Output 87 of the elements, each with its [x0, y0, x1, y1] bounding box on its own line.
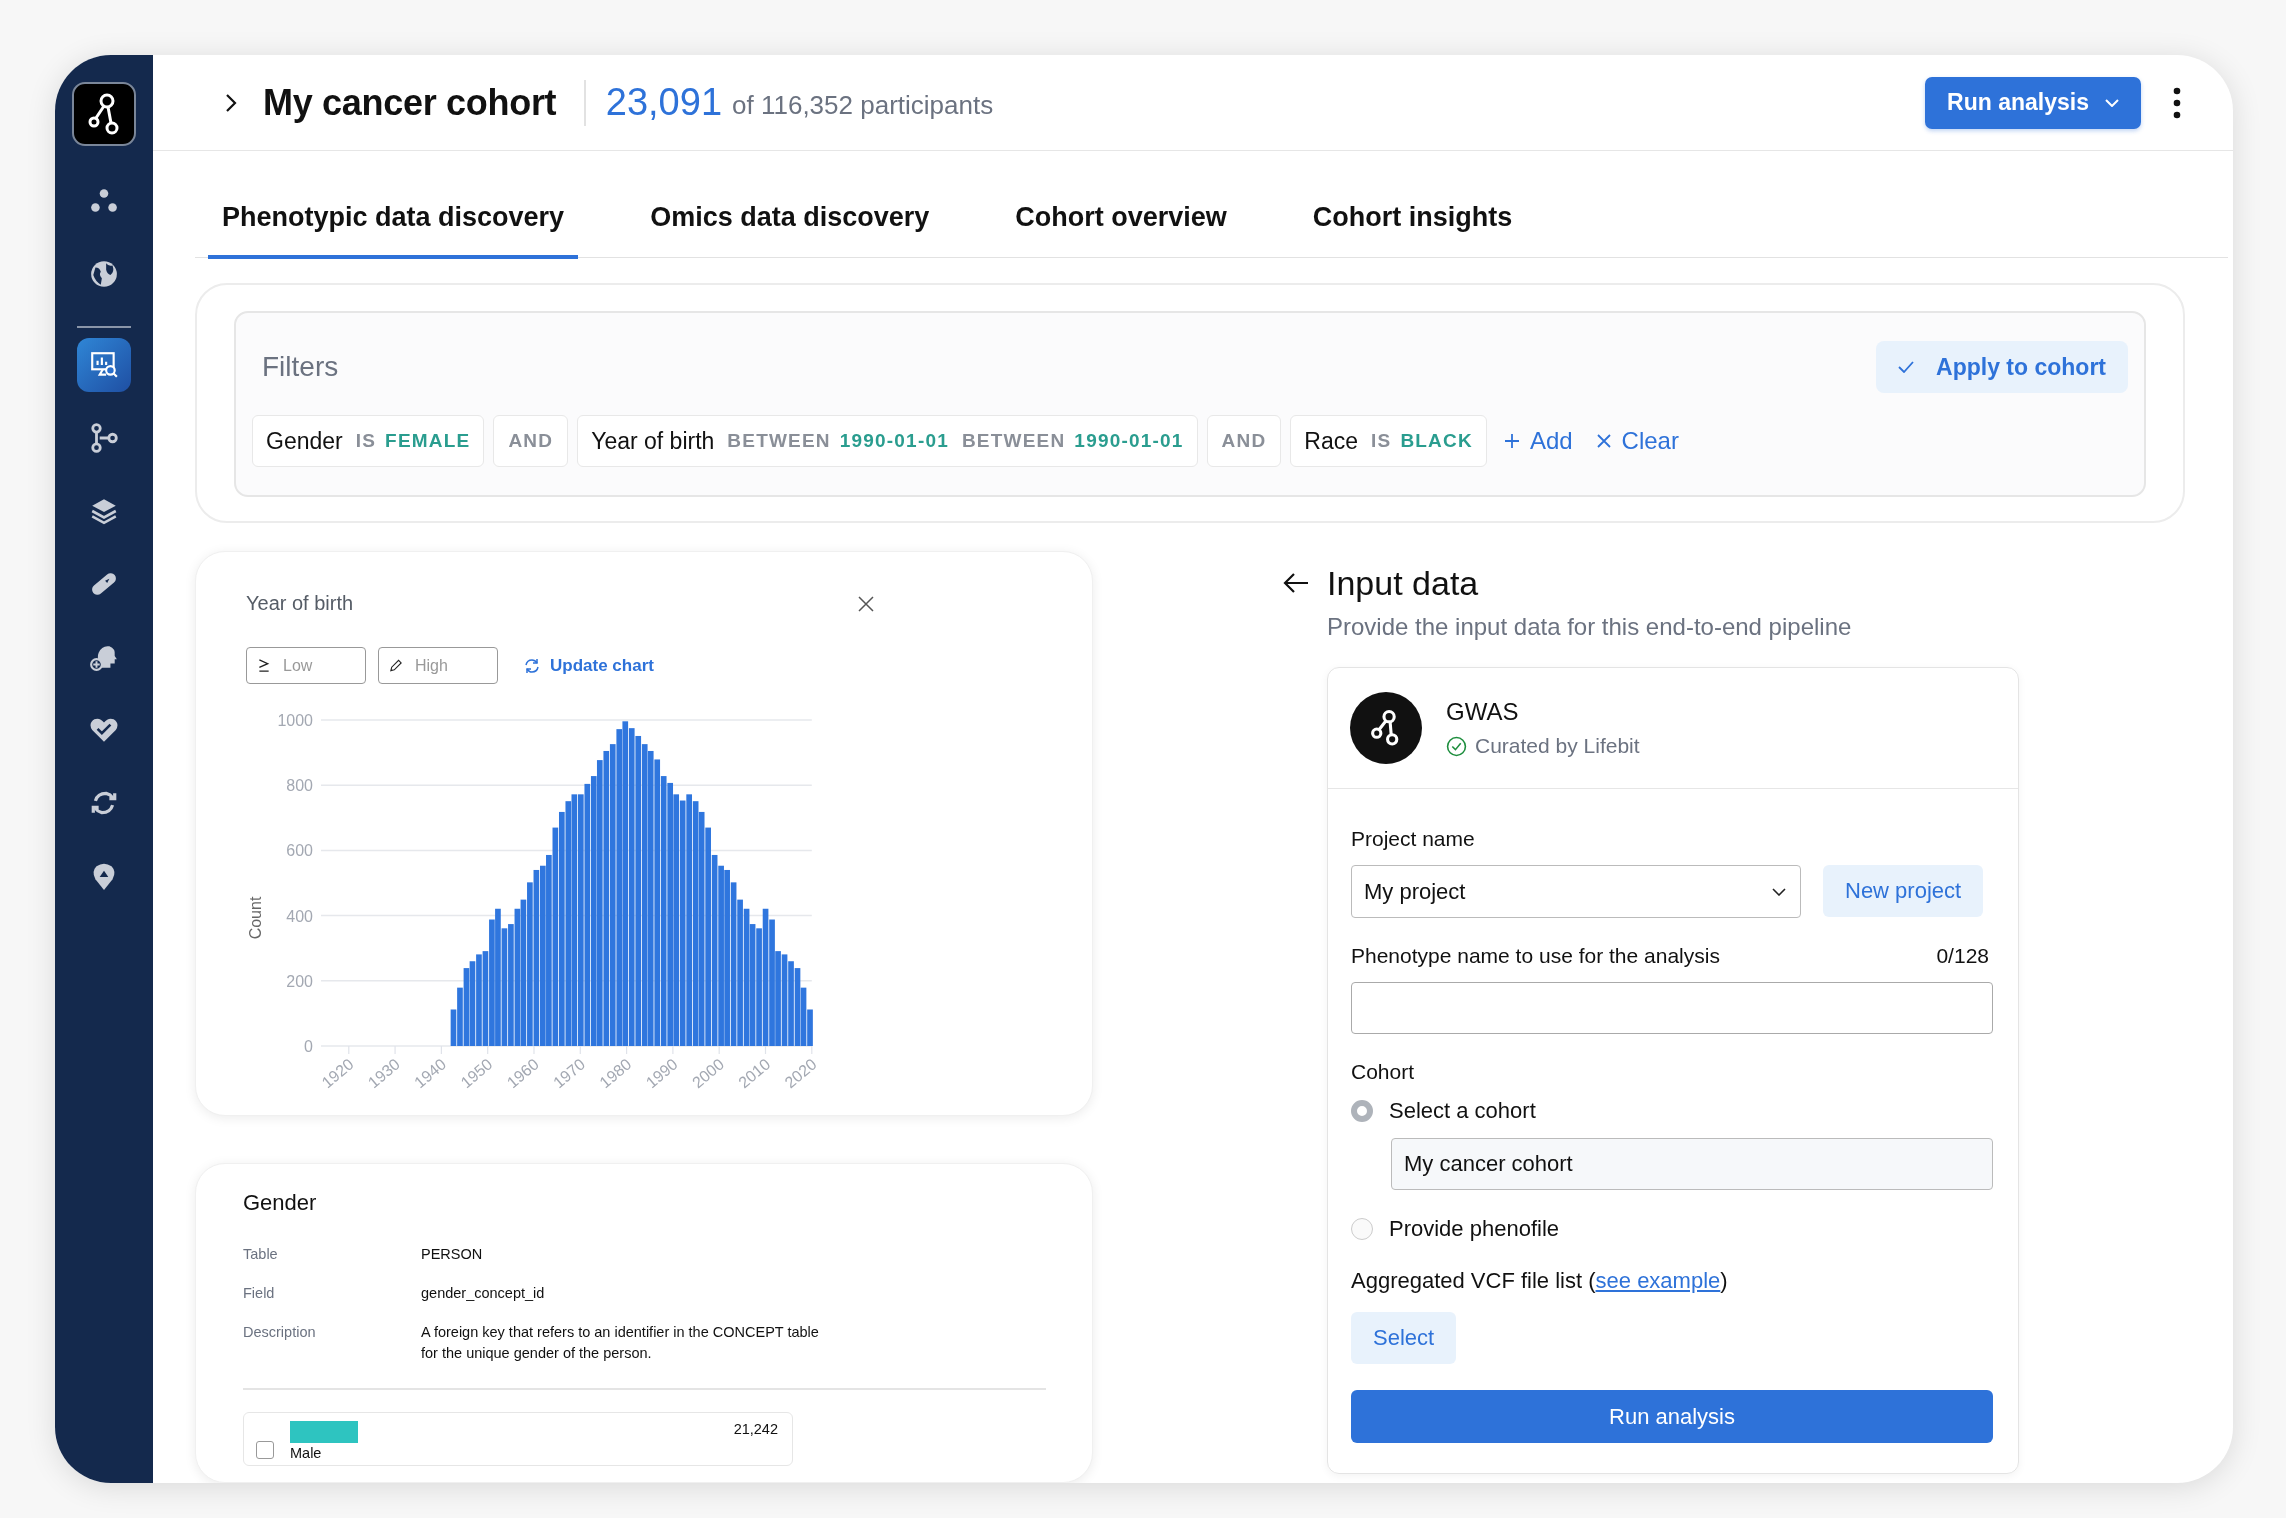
- logo-icon[interactable]: [72, 82, 136, 146]
- field-label: Project name: [1351, 827, 1476, 851]
- filter-field: Year of birth: [591, 427, 715, 455]
- caret-icon: [2105, 98, 2119, 107]
- participant-total: of 116,352 participants: [732, 89, 994, 121]
- filter-chip[interactable]: Race IS BLACK: [1290, 415, 1487, 467]
- filter-keyword: IS: [355, 430, 377, 452]
- axis-title: Count: [247, 896, 264, 940]
- panel-title: Input data: [1327, 564, 1480, 603]
- close-icon[interactable]: [858, 595, 874, 612]
- globe-icon: [89, 259, 119, 289]
- update-chart-button[interactable]: Update chart: [518, 654, 660, 677]
- run-analysis-button[interactable]: Run analysis: [1925, 76, 2141, 129]
- curator-label: Curated by Lifebit: [1475, 734, 1640, 758]
- layers-icon: [89, 496, 119, 526]
- project-select[interactable]: My project: [1351, 865, 1801, 918]
- high-field[interactable]: High: [378, 647, 498, 684]
- panel-subtitle: Provide the input data for this end-to-end pipeline: [1327, 613, 1853, 641]
- detail-value: A foreign key that refers to an identifier in the CONCEPT table for the unique gender of the person.: [421, 1323, 820, 1363]
- field-label: Phenotype name to use for the analysis: [1351, 944, 1720, 968]
- field-label: Cohort: [1351, 1060, 1416, 1084]
- radio-label[interactable]: Select a cohort: [1389, 1098, 1536, 1124]
- axis-tick-label: 200: [286, 972, 313, 990]
- axis-tick-label: 0: [304, 1038, 313, 1055]
- filters-title: Filters: [262, 351, 339, 383]
- tab[interactable]: Omics data discovery: [636, 151, 944, 259]
- add-filter-button[interactable]: Add: [1497, 427, 1579, 455]
- filter-keyword: BETWEEN: [961, 430, 1066, 452]
- pipeline-logo-icon: [1350, 692, 1422, 764]
- filter-value: 1990-01-01: [839, 430, 949, 452]
- clear-filters-button[interactable]: Clear: [1589, 427, 1685, 455]
- filter-value: FEMALE: [385, 430, 471, 452]
- low-field[interactable]: Low: [246, 647, 366, 684]
- phenotype-name-field[interactable]: [1351, 982, 1993, 1034]
- participant-count: 23,091: [605, 81, 723, 124]
- run-analysis-button[interactable]: Run analysis: [1351, 1390, 1993, 1443]
- more-options-icon[interactable]: [2173, 86, 2181, 119]
- tab[interactable]: Cohort insights: [1298, 151, 1527, 259]
- tab[interactable]: Cohort overview: [1001, 151, 1241, 259]
- axis-tick-label: 800: [286, 777, 313, 795]
- chart-search-icon: [89, 350, 119, 380]
- radio-button[interactable]: [1351, 1100, 1373, 1122]
- cohort-title: My cancer cohort: [263, 81, 557, 124]
- filter-value: 1990-01-01: [1074, 430, 1184, 452]
- axis-tick-label: 1000: [277, 712, 313, 729]
- filter-chip[interactable]: Gender IS FEMALE: [252, 415, 485, 467]
- filter-field: Gender: [266, 427, 343, 455]
- chevron-right-icon[interactable]: [225, 92, 237, 113]
- close-icon: [1595, 433, 1612, 449]
- gender-option[interactable]: Male 21,242: [243, 1411, 793, 1466]
- filter-field: Race: [1304, 427, 1359, 455]
- select-button[interactable]: Select: [1351, 1312, 1457, 1364]
- detail-label: Description: [243, 1323, 317, 1342]
- tab[interactable]: Phenotypic data discovery: [208, 151, 579, 259]
- detail-label: Field: [243, 1284, 276, 1303]
- radio-label[interactable]: Provide phenofile: [1389, 1216, 1559, 1242]
- sidebar-item[interactable]: [77, 338, 131, 392]
- refresh-icon: [524, 657, 540, 674]
- plus-icon: [1503, 433, 1520, 449]
- caret-icon: [1772, 887, 1786, 896]
- filter-keyword: BETWEEN: [727, 430, 831, 452]
- branch-icon: [89, 423, 119, 453]
- new-project-button[interactable]: New project: [1823, 865, 1984, 917]
- greater-equal-icon: [258, 659, 270, 672]
- check-circle-icon: [1446, 735, 1467, 757]
- detail-value: gender_concept_id: [421, 1284, 546, 1303]
- back-arrow-icon[interactable]: [1283, 572, 1309, 594]
- detail-value: PERSON: [421, 1245, 484, 1264]
- option-label: Male: [290, 1444, 323, 1461]
- cohort-field[interactable]: My cancer cohort: [1391, 1138, 1993, 1190]
- character-counter: 0/128: [1936, 944, 1989, 968]
- option-count: 21,242: [733, 1420, 778, 1437]
- filter-chip[interactable]: Year of birth BETWEEN 1990-01-01 BETWEEN 1990-01-01: [577, 415, 1198, 467]
- filter-keyword: IS: [1371, 430, 1392, 452]
- chart-title: Year of birth: [246, 592, 354, 615]
- checkbox[interactable]: [256, 1440, 274, 1459]
- check-icon: [1898, 361, 1915, 373]
- filter-value: BLACK: [1400, 430, 1473, 452]
- vcf-label: Aggregated VCF file list (see example): [1351, 1268, 1729, 1294]
- pencil-icon: [390, 659, 402, 672]
- detail-label: Table: [243, 1245, 279, 1264]
- pipeline-name: GWAS: [1446, 698, 1520, 726]
- axis-tick-label: 400: [286, 907, 313, 925]
- apply-to-cohort-button[interactable]: Apply to cohort: [1876, 341, 2128, 393]
- radio-button[interactable]: [1351, 1218, 1373, 1240]
- axis-tick-label: 600: [286, 842, 313, 860]
- card-title: Gender: [243, 1190, 318, 1216]
